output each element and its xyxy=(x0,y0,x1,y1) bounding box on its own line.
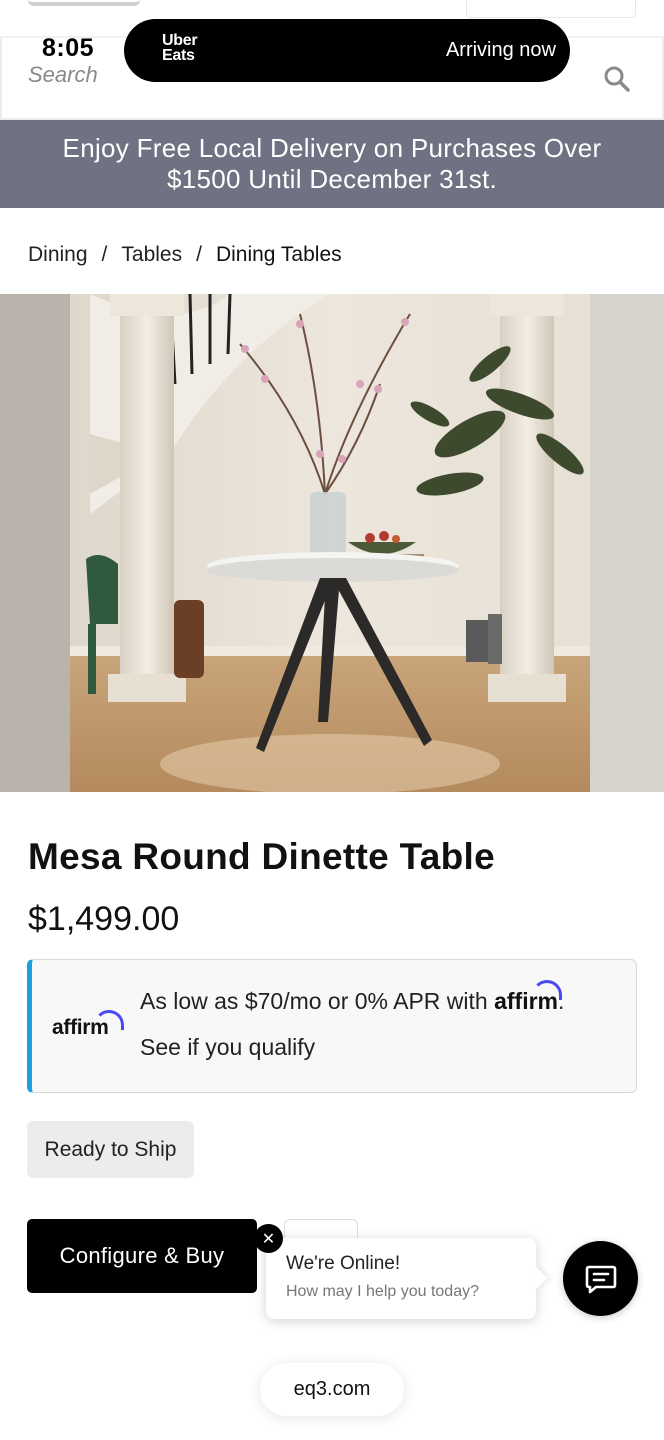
affirm-financing-box[interactable]: affirm As low as $70/mo or 0% APR with a… xyxy=(27,959,637,1093)
breadcrumb-separator: / xyxy=(196,243,202,266)
chat-greeting-popup[interactable]: We're Online! How may I help you today? xyxy=(266,1238,536,1319)
close-icon[interactable]: ✕ xyxy=(254,1224,283,1253)
uber-eats-logo: Uber Eats xyxy=(162,32,198,64)
breadcrumb-separator: / xyxy=(101,243,108,266)
site-logo xyxy=(28,0,140,6)
status-time: 8:05 xyxy=(42,34,95,62)
breadcrumb-tables[interactable]: Tables xyxy=(121,243,182,267)
affirm-inline-arc-icon xyxy=(532,980,563,1000)
uber-logo-line2: Eats xyxy=(162,47,195,64)
affirm-offer-prefix: As low as $70/mo or 0% APR with xyxy=(140,988,495,1014)
product-image[interactable] xyxy=(0,294,664,792)
promo-line1: Enjoy Free Local Delivery on Purchases O… xyxy=(62,133,602,163)
breadcrumb-dining-tables[interactable]: Dining Tables xyxy=(216,243,342,267)
chat-subtitle: How may I help you today? xyxy=(286,1283,479,1300)
product-price: $1,499.00 xyxy=(28,900,180,938)
search-input[interactable]: Search xyxy=(28,62,98,88)
site-header-remnant xyxy=(0,0,664,18)
chat-title: We're Online! xyxy=(286,1253,401,1274)
promo-banner: Enjoy Free Local Delivery on Purchases O… xyxy=(0,120,664,208)
affirm-offer-text: As low as $70/mo or 0% APR with affirm. xyxy=(140,980,564,1015)
breadcrumb: Dining / Tables / Dining Tables xyxy=(28,243,342,267)
uber-logo-line1: Uber xyxy=(162,32,198,49)
affirm-qualify-link[interactable]: See if you qualify xyxy=(140,1034,315,1061)
chat-launcher-button[interactable] xyxy=(563,1241,638,1316)
promo-line2: $1500 Until December 31st. xyxy=(166,164,498,194)
affirm-arc-icon xyxy=(94,1010,124,1030)
browser-url-bar[interactable]: eq3.com xyxy=(260,1363,404,1416)
chat-icon xyxy=(585,1265,616,1293)
uber-eats-status: Arriving now xyxy=(445,39,556,61)
configure-buy-button[interactable]: Configure & Buy xyxy=(27,1219,257,1293)
ready-to-ship-badge: Ready to Ship xyxy=(27,1121,194,1178)
uber-eats-activity[interactable]: Uber Eats Arriving now xyxy=(124,19,570,82)
search-icon[interactable] xyxy=(602,64,632,94)
affirm-inline-logo: affirm xyxy=(494,980,563,1014)
product-title: Mesa Round Dinette Table xyxy=(28,836,496,877)
breadcrumb-dining[interactable]: Dining xyxy=(28,243,88,267)
affirm-logo: affirm xyxy=(52,1010,124,1040)
header-box-remnant xyxy=(466,0,636,18)
